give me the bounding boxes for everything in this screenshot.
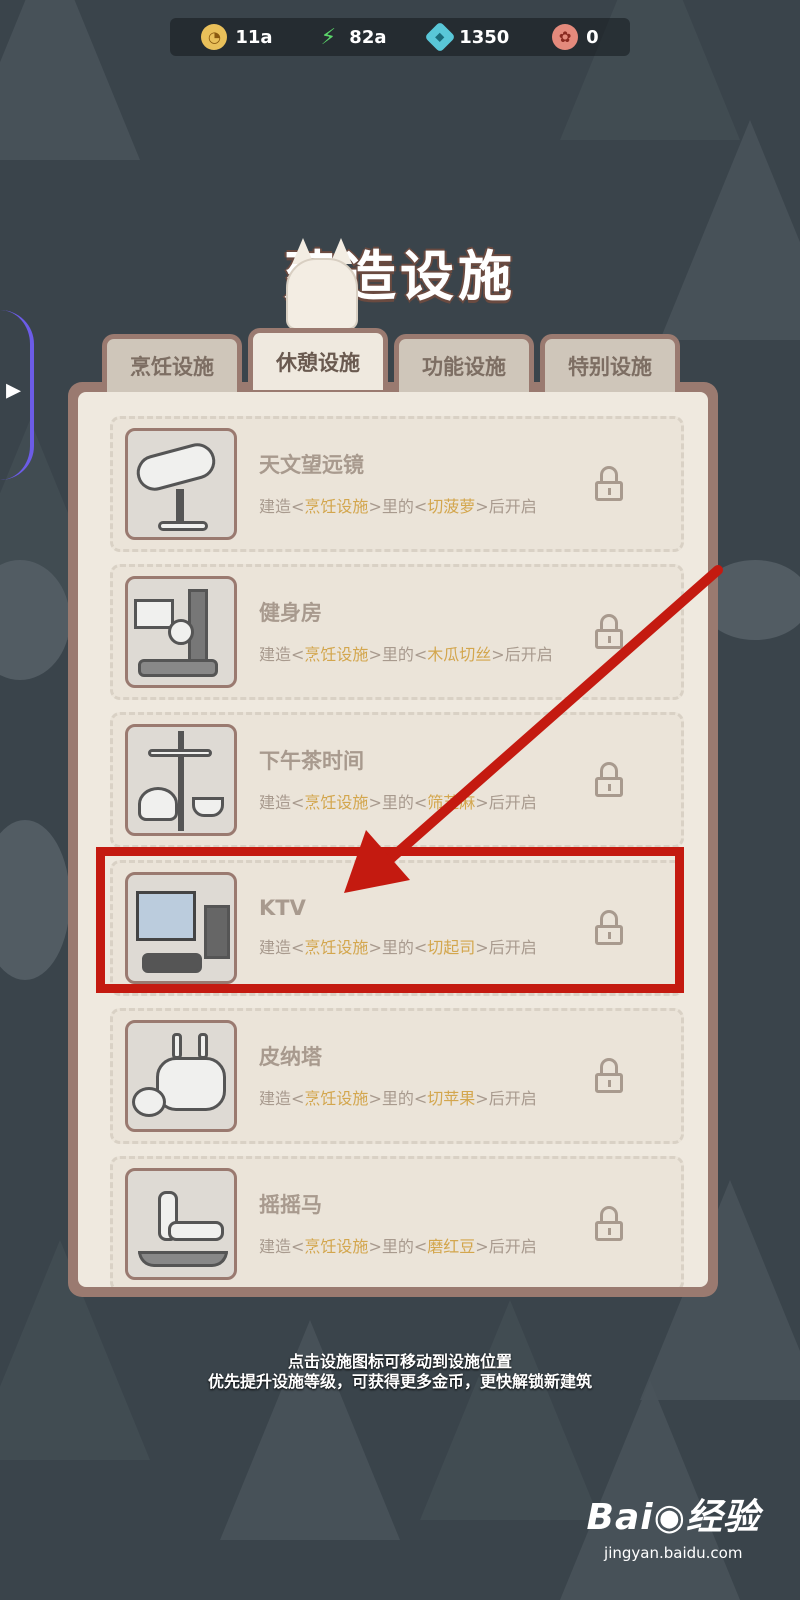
pinata-icon[interactable] — [125, 1020, 237, 1132]
facility-name: 皮纳塔 — [259, 1045, 322, 1069]
lock-icon — [595, 614, 623, 650]
facility-name: KTV — [259, 896, 306, 920]
telescope-icon[interactable] — [125, 428, 237, 540]
resource-value: 11a — [235, 26, 273, 48]
lock-icon — [595, 1058, 623, 1094]
facility-requirement: 建造<烹饪设施>里的<切苹果>后开启 — [259, 1089, 537, 1108]
facility-row-gym[interactable]: 健身房 建造<烹饪设施>里的<木瓜切丝>后开启 — [110, 564, 684, 700]
resource-value: 1350 — [459, 26, 510, 48]
lock-icon — [595, 762, 623, 798]
energy-icon: ⚡ — [320, 24, 337, 50]
tab-leisure[interactable]: 休憩设施 — [248, 328, 388, 390]
coin-icon: ◔ — [201, 24, 228, 50]
teatime-icon[interactable] — [125, 724, 237, 836]
facility-row-rocking-horse[interactable]: 摇摇马 建造<烹饪设施>里的<磨红豆>后开启 — [110, 1156, 684, 1287]
facility-requirement: 建造<烹饪设施>里的<磨红豆>后开启 — [259, 1237, 537, 1256]
facility-name: 健身房 — [259, 601, 322, 625]
facility-name: 下午茶时间 — [259, 749, 364, 773]
resource-value: 0 — [586, 26, 599, 48]
facility-list[interactable]: 天文望远镜 建造<烹饪设施>里的<切菠萝>后开启 健身房 建造<烹饪设施>里的<… — [78, 392, 708, 1287]
resource-bar: ◔ 11a ⚡ 82a ◆ 1350 ✿ 0 — [170, 18, 630, 56]
baidu-logo: Bai◉经验 — [586, 1497, 760, 1538]
side-expand-button[interactable]: ▸ — [0, 310, 34, 480]
facility-name: 摇摇马 — [259, 1193, 322, 1217]
facility-tabs: 烹饪设施 休憩设施 功能设施 特别设施 — [102, 328, 680, 392]
page-title: 建造设施 — [284, 245, 516, 308]
gym-icon[interactable] — [125, 576, 237, 688]
resource-energy[interactable]: ⚡ 82a — [315, 24, 387, 50]
facility-requirement: 建造<烹饪设施>里的<木瓜切丝>后开启 — [259, 645, 553, 664]
facility-requirement: 建造<烹饪设施>里的<切菠萝>后开启 — [259, 497, 537, 516]
tab-special[interactable]: 特别设施 — [540, 334, 680, 392]
chevron-right-icon: ▸ — [6, 372, 22, 407]
tab-function[interactable]: 功能设施 — [394, 334, 534, 392]
shell-icon: ✿ — [552, 24, 579, 50]
tab-cooking[interactable]: 烹饪设施 — [102, 334, 242, 392]
facility-panel: 天文望远镜 建造<烹饪设施>里的<切菠萝>后开启 健身房 建造<烹饪设施>里的<… — [68, 382, 718, 1297]
lock-icon — [595, 466, 623, 502]
lock-icon — [595, 910, 623, 946]
rocking-horse-icon[interactable] — [125, 1168, 237, 1280]
facility-row-telescope[interactable]: 天文望远镜 建造<烹饪设施>里的<切菠萝>后开启 — [110, 416, 684, 552]
lock-icon — [595, 1206, 623, 1242]
resource-shells[interactable]: ✿ 0 — [552, 24, 599, 50]
facility-requirement: 建造<烹饪设施>里的<筛芝麻>后开启 — [259, 793, 537, 812]
facility-row-ktv[interactable]: KTV 建造<烹饪设施>里的<切起司>后开启 — [110, 860, 684, 996]
gem-icon: ◆ — [424, 21, 456, 53]
facility-requirement: 建造<烹饪设施>里的<切起司>后开启 — [259, 938, 537, 957]
watermark-url: jingyan.baidu.com — [604, 1544, 743, 1562]
hint-text: 优先提升设施等级，可获得更多金币，更快解锁新建筑 — [207, 1372, 592, 1391]
facility-name: 天文望远镜 — [259, 453, 364, 477]
facility-row-pinata[interactable]: 皮纳塔 建造<烹饪设施>里的<切苹果>后开启 — [110, 1008, 684, 1144]
ktv-icon[interactable] — [125, 872, 237, 984]
resource-gems[interactable]: ◆ 1350 — [424, 21, 510, 53]
resource-coins[interactable]: ◔ 11a — [201, 24, 273, 50]
baidu-watermark: Bai◉经验 jingyan.baidu.com — [587, 1488, 761, 1562]
cat-mascot-icon — [286, 238, 358, 330]
facility-row-afternoon-tea[interactable]: 下午茶时间 建造<烹饪设施>里的<筛芝麻>后开启 — [110, 712, 684, 848]
resource-value: 82a — [349, 26, 387, 48]
